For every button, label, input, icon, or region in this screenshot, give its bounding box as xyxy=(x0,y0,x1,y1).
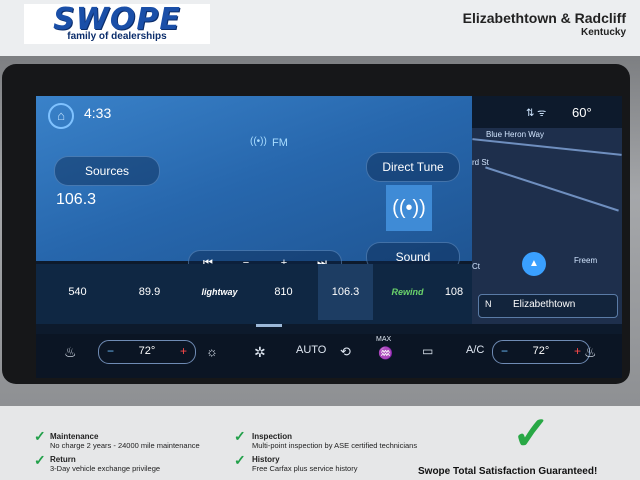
feature-history: History Free Carfax plus service history xyxy=(252,455,357,473)
large-check-icon: ✓ xyxy=(512,407,551,459)
rear-defrost-icon[interactable]: ▭ xyxy=(422,344,433,358)
fan-icon[interactable]: ✲ xyxy=(254,344,266,361)
passenger-temp-control[interactable]: − 72° + xyxy=(492,340,590,364)
defrost-icon[interactable]: ♒ xyxy=(378,346,393,360)
preset-item[interactable]: lightway xyxy=(192,264,247,320)
preset-item[interactable]: 540 xyxy=(50,264,105,320)
direct-tune-button[interactable]: Direct Tune xyxy=(366,152,460,182)
feature-desc: Multi-point inspection by ASE certified … xyxy=(252,441,418,450)
max-defrost-label[interactable]: MAX xyxy=(376,336,391,343)
radio-panel: ⌂ 4:33 ((•)) FM Sources 106.3 Direct Tun… xyxy=(36,96,472,276)
signal-icon: ((•)) xyxy=(250,136,267,147)
logo-tagline: family of dealerships xyxy=(67,31,167,42)
satisfaction-guarantee: Swope Total Satisfaction Guaranteed! xyxy=(418,466,598,477)
location-state: Kentucky xyxy=(580,27,626,38)
plus-icon[interactable]: + xyxy=(574,344,581,358)
feature-maintenance: Maintenance No charge 2 years - 24000 mi… xyxy=(50,432,200,450)
location-city: Elizabethtown & Radcliff xyxy=(462,10,626,26)
street-label: Blue Heron Way xyxy=(486,130,544,139)
recirculation-icon[interactable]: ⟲ xyxy=(340,344,351,360)
preset-item[interactable]: Rewind xyxy=(380,264,435,320)
seat-heat-icon[interactable]: ♨ xyxy=(584,344,597,361)
feature-title: Maintenance xyxy=(50,432,99,441)
clock: 4:33 xyxy=(84,105,112,121)
nav-city: Elizabethtown xyxy=(513,299,576,310)
plus-icon[interactable]: + xyxy=(180,344,187,358)
street-label: Freem xyxy=(574,256,598,265)
map-road xyxy=(485,166,619,212)
nav-location-bar[interactable]: N Elizabethtown xyxy=(478,294,618,318)
feature-return: Return 3-Day vehicle exchange privilege xyxy=(50,455,160,473)
band-label: FM xyxy=(272,137,288,149)
preset-item[interactable]: 810 xyxy=(256,264,311,320)
seat-heat-icon[interactable]: ♨ xyxy=(64,344,77,361)
current-frequency: 106.3 xyxy=(56,191,97,208)
preset-bar: 540 89.9 lightway 810 106.3 Rewind 108 xyxy=(36,264,472,324)
preset-item[interactable]: 108 xyxy=(436,264,472,320)
feature-desc: No charge 2 years - 24000 mile maintenan… xyxy=(50,441,200,450)
feature-desc: Free Carfax plus service history xyxy=(252,464,358,473)
connectivity-icon: ⇅ ᯤ xyxy=(526,108,547,119)
driver-temp-control[interactable]: − 72° + xyxy=(98,340,196,364)
station-art-icon: ((•)) xyxy=(386,185,432,231)
feature-desc: 3-Day vehicle exchange privilege xyxy=(50,464,161,473)
heated-wheel-icon[interactable]: ☼ xyxy=(206,344,218,359)
preset-logo: Rewind xyxy=(391,287,424,297)
check-icon: ✓ xyxy=(34,428,46,444)
check-icon: ✓ xyxy=(34,452,46,468)
climate-bar: ♨ − 72° + ☼ ✲ AUTO ⟲ MAX ♒ ▭ A/C − 72° +… xyxy=(36,334,622,378)
map-road xyxy=(472,138,622,156)
street-label: rd St xyxy=(472,158,489,167)
dealer-header: SWOPE family of dealerships Elizabethtow… xyxy=(0,0,640,56)
compass-direction: N xyxy=(485,299,492,309)
outside-temperature: 60° xyxy=(572,105,592,120)
feature-title: Return xyxy=(50,455,76,464)
check-icon: ✓ xyxy=(234,428,246,444)
sources-button[interactable]: Sources xyxy=(54,156,160,186)
feature-title: Inspection xyxy=(252,432,293,441)
preset-logo: lightway xyxy=(201,287,238,297)
check-icon: ✓ xyxy=(234,452,246,468)
infotainment-screen: ⌂ 4:33 ((•)) FM Sources 106.3 Direct Tun… xyxy=(36,96,622,378)
vehicle-position-icon: ▲ xyxy=(522,252,546,276)
feature-title: History xyxy=(252,455,280,464)
street-label: Ct xyxy=(472,262,480,271)
ac-button[interactable]: A/C xyxy=(466,344,484,356)
page-indicator xyxy=(256,324,282,327)
auto-button[interactable]: AUTO xyxy=(296,344,326,356)
preset-item-selected[interactable]: 106.3 xyxy=(318,264,373,320)
feature-inspection: Inspection Multi-point inspection by ASE… xyxy=(252,432,417,450)
preset-item[interactable]: 89.9 xyxy=(122,264,177,320)
home-icon[interactable]: ⌂ xyxy=(48,103,74,129)
swope-logo: SWOPE family of dealerships xyxy=(24,2,210,44)
